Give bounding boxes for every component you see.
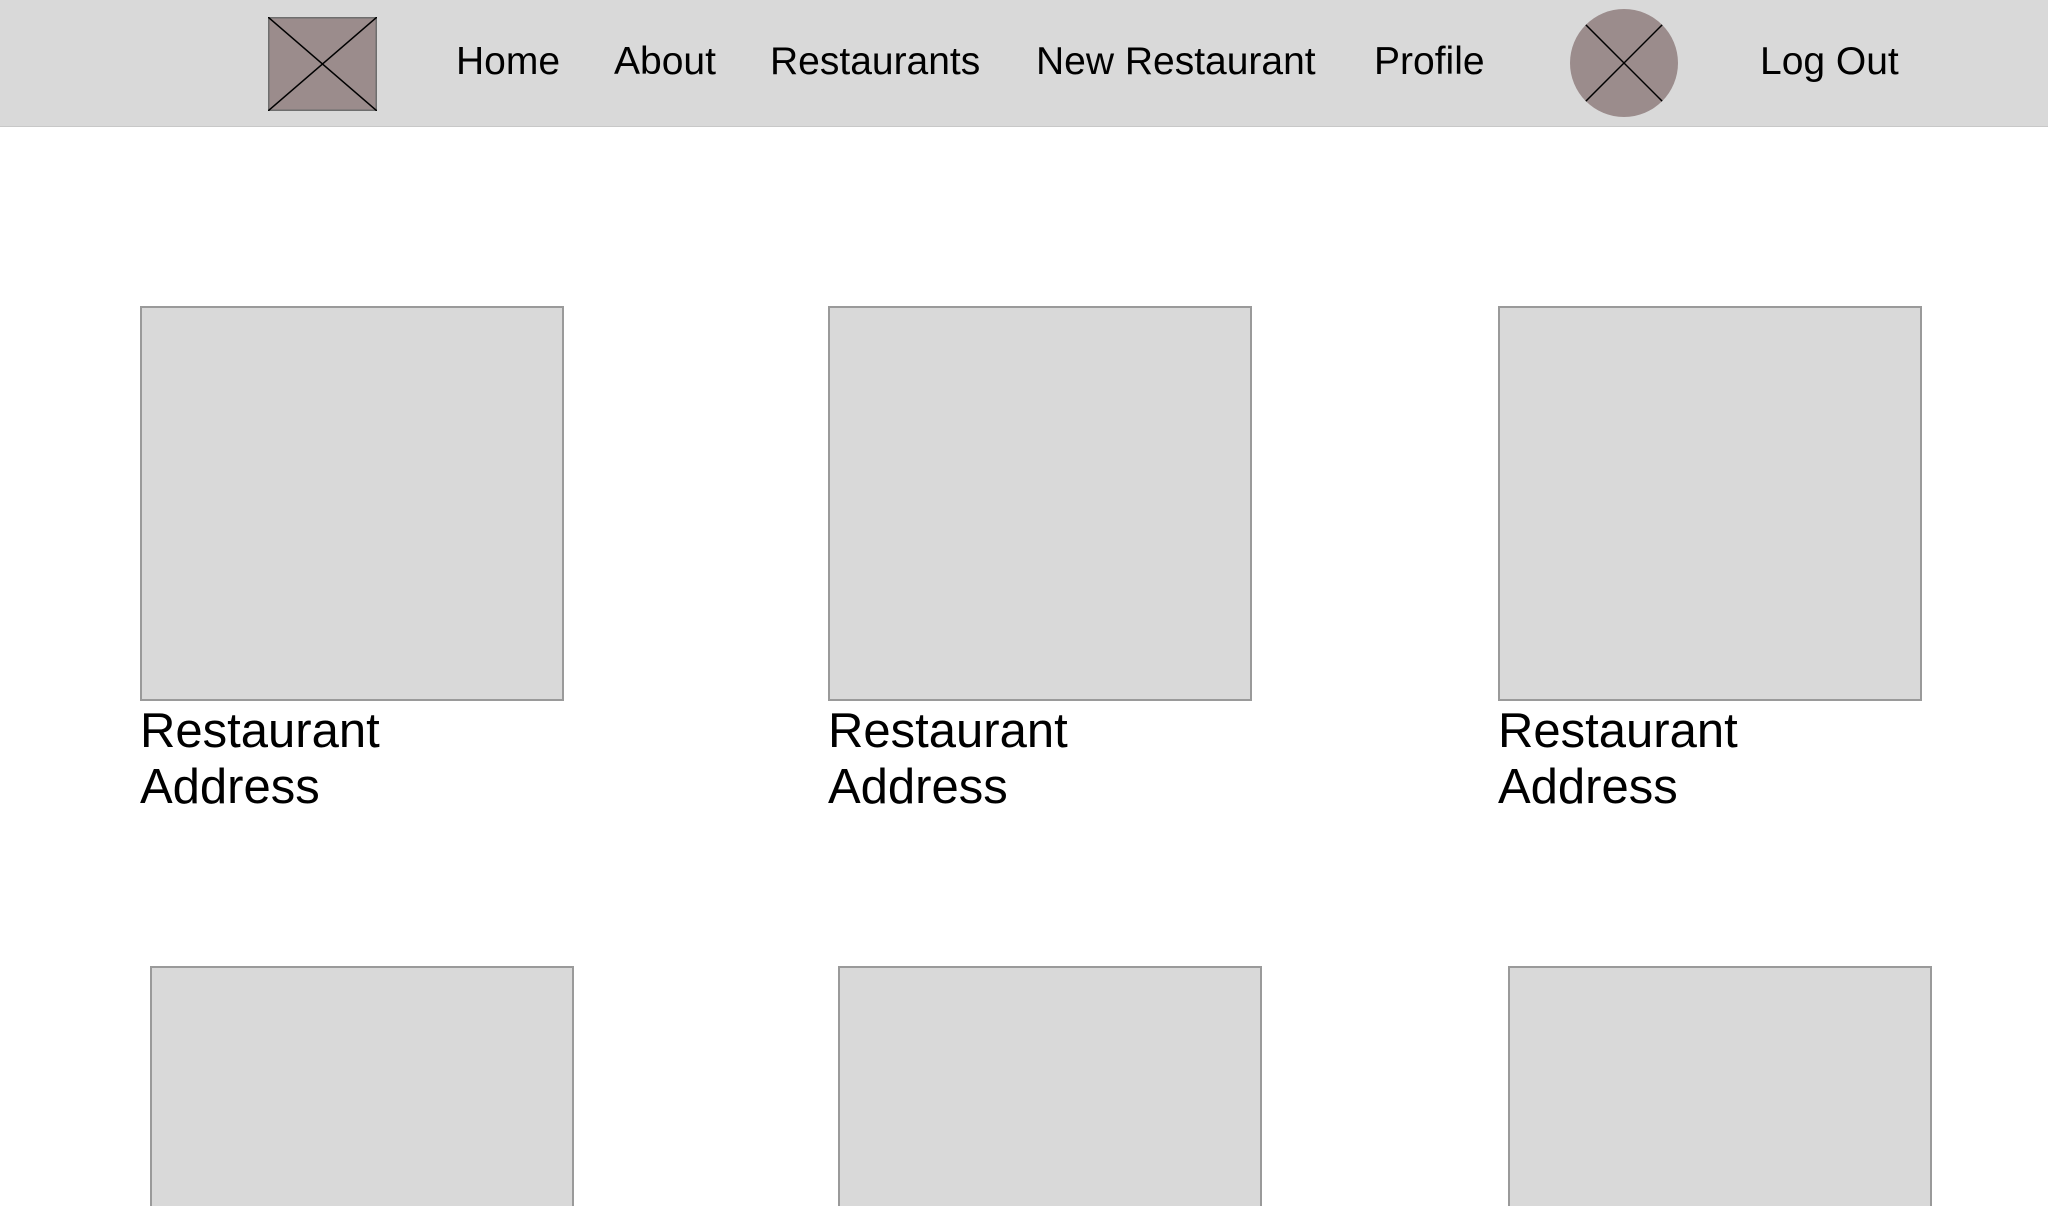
restaurant-image-placeholder[interactable] bbox=[150, 966, 574, 1206]
restaurant-image-placeholder[interactable] bbox=[838, 966, 1262, 1206]
restaurant-card-info: Restaurant Address bbox=[1498, 703, 1738, 815]
restaurant-name[interactable]: Restaurant bbox=[1498, 703, 1738, 759]
restaurant-card-info: Restaurant Address bbox=[140, 703, 380, 815]
restaurant-address: Address bbox=[1498, 760, 1678, 814]
avatar-placeholder-icon[interactable] bbox=[1569, 8, 1679, 118]
restaurant-image-placeholder[interactable] bbox=[1498, 306, 1922, 701]
restaurant-address: Address bbox=[140, 760, 320, 814]
logo-placeholder-icon[interactable] bbox=[268, 17, 377, 111]
restaurant-image-placeholder[interactable] bbox=[828, 306, 1252, 701]
restaurant-image-placeholder[interactable] bbox=[140, 306, 564, 701]
restaurant-card-info: Restaurant Address bbox=[828, 703, 1068, 815]
restaurant-address: Address bbox=[828, 760, 1008, 814]
nav-profile-link[interactable]: Profile bbox=[1374, 38, 1485, 86]
nav-restaurants-link[interactable]: Restaurants bbox=[770, 38, 980, 86]
page: Home About Restaurants New Restaurant Pr… bbox=[0, 0, 2048, 1206]
restaurant-name[interactable]: Restaurant bbox=[140, 703, 380, 759]
restaurant-name[interactable]: Restaurant bbox=[828, 703, 1068, 759]
nav-home-link[interactable]: Home bbox=[456, 38, 560, 86]
nav-about-link[interactable]: About bbox=[614, 38, 716, 86]
logout-link[interactable]: Log Out bbox=[1760, 38, 1899, 86]
restaurant-image-placeholder[interactable] bbox=[1508, 966, 1932, 1206]
nav-new-restaurant-link[interactable]: New Restaurant bbox=[1036, 38, 1316, 86]
navbar: Home About Restaurants New Restaurant Pr… bbox=[0, 0, 2048, 127]
